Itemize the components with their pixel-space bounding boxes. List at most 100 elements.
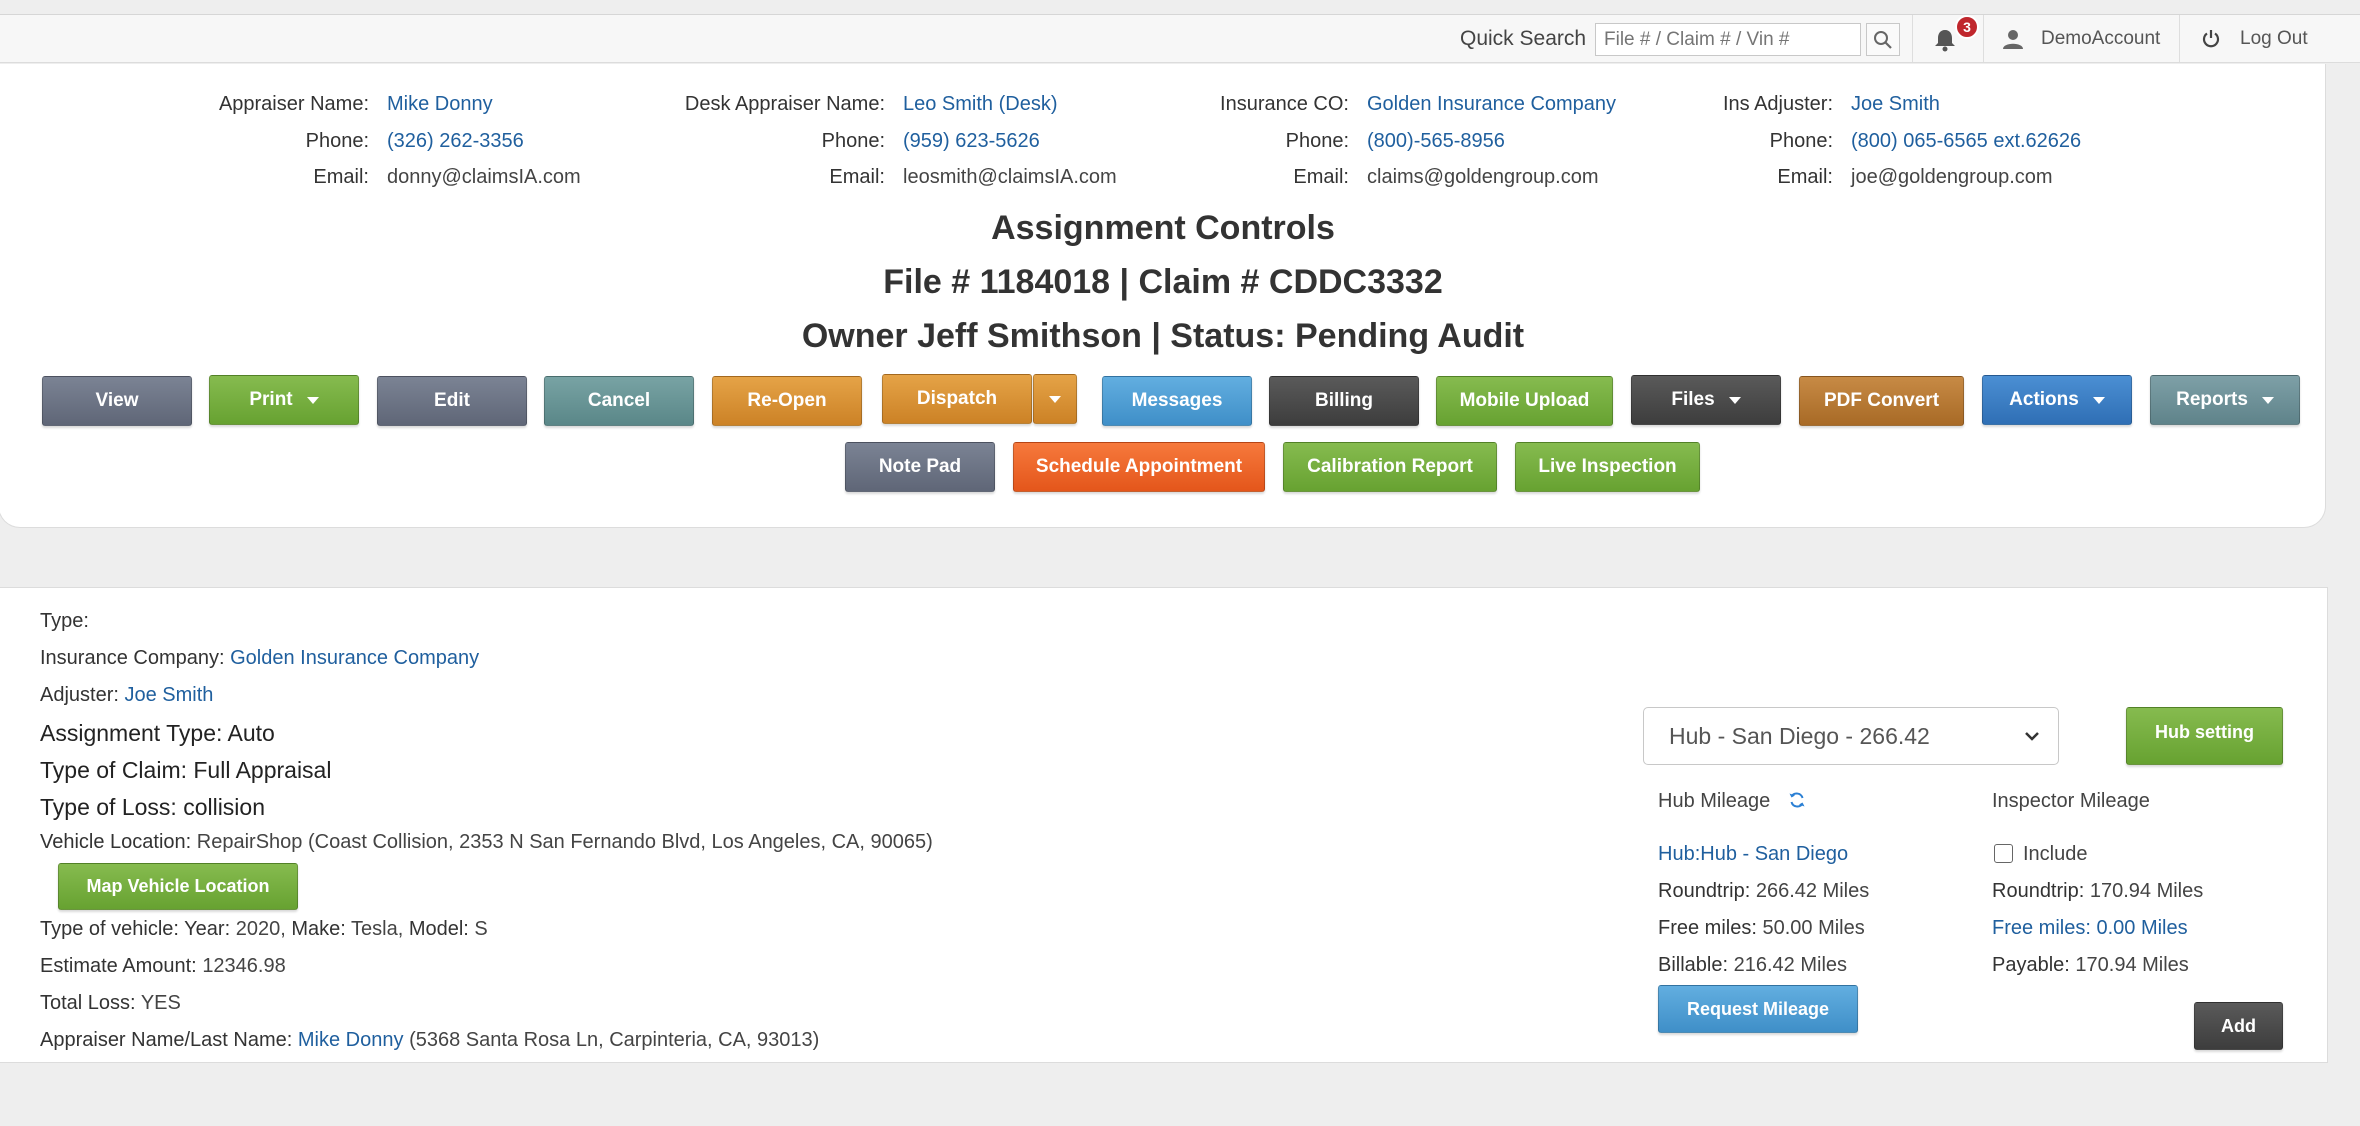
adjuster-phone-link[interactable]: (800) 065-6565 ext.62626 <box>1851 123 2081 160</box>
vehicle-make: Tesla <box>351 918 398 940</box>
assignment-type: Assignment Type: Auto <box>40 720 275 746</box>
desk-appraiser-contact: Desk Appraiser Name: Leo Smith (Desk) Pho… <box>559 86 1117 196</box>
reopen-button[interactable]: Re-Open <box>712 376 862 426</box>
files-button[interactable]: Files <box>1631 375 1781 425</box>
user-icon <box>2003 30 2023 49</box>
hub-roundtrip-line: Roundtrip: 266.42 Miles <box>1658 880 1869 903</box>
estimate-line: Estimate Amount: 12346.98 <box>40 955 286 978</box>
appraiser-name-link[interactable]: Mike Donny <box>298 1029 404 1051</box>
caret-down-icon <box>1049 395 1061 403</box>
file-claim-number: File # 1184018 | Claim # CDDC3332 <box>883 263 1443 301</box>
desk-appraiser-phone-label: Phone: <box>821 129 885 152</box>
total-loss-line: Total Loss: YES <box>40 992 181 1015</box>
insurance-name-label: Insurance CO: <box>1220 93 1349 115</box>
billing-button[interactable]: Billing <box>1269 376 1419 426</box>
calibration-report-button[interactable]: Calibration Report <box>1283 442 1497 492</box>
insurance-email-label: Email: <box>1293 166 1349 188</box>
caret-down-icon <box>2092 396 2105 404</box>
actions-button-label: Actions <box>2009 389 2079 410</box>
dispatch-dropdown-toggle[interactable] <box>1033 374 1077 424</box>
desk-appraiser-name-link[interactable]: Leo Smith (Desk) <box>903 86 1058 123</box>
include-checkbox[interactable] <box>1994 844 2013 863</box>
comma: , <box>397 918 409 940</box>
mobile-upload-button[interactable]: Mobile Upload <box>1436 376 1613 426</box>
owner-status: Owner Jeff Smithson | Status: Pending Au… <box>801 317 1525 355</box>
insurance-name-link[interactable]: Golden Insurance Company <box>1367 86 1616 123</box>
map-vehicle-location-button[interactable]: Map Vehicle Location <box>58 863 298 910</box>
quick-search-label: Quick Search <box>1460 27 1587 50</box>
quick-search-input[interactable] <box>1595 23 1861 56</box>
adjuster-name-label: Ins Adjuster: <box>1722 93 1833 115</box>
bell-icon[interactable] <box>1932 27 1958 53</box>
assignment-controls-title: Assignment Controls <box>991 209 1335 247</box>
cancel-button[interactable]: Cancel <box>544 376 694 426</box>
insp-free-miles-link[interactable]: Free miles: 0.00 Miles <box>1992 917 2188 940</box>
caret-down-icon <box>306 396 319 404</box>
desk-appraiser-email: leosmith@claimsIA.com <box>903 166 1117 188</box>
dispatch-button[interactable]: Dispatch <box>882 374 1032 424</box>
hub-roundtrip: 266.42 Miles <box>1755 880 1870 902</box>
hub-free-miles: 50.00 Miles <box>1762 917 1865 939</box>
add-button[interactable]: Add <box>2194 1002 2283 1050</box>
include-checkbox-row[interactable]: Include <box>1994 843 2088 866</box>
adjuster-contact: Ins Adjuster: Joe Smith Phone: (800) 065-6… <box>1599 86 2081 196</box>
appraiser-phone-label: Phone: <box>305 129 369 152</box>
appraiser-address: (5368 Santa Rosa Ln, Carpinteria, CA, 93… <box>409 1029 820 1051</box>
edit-button[interactable]: Edit <box>377 376 527 426</box>
vehicle-type-line: Type of vehicle: Year: 2020, Make: Tesla… <box>40 918 488 941</box>
adjuster-line: Adjuster: Joe Smith <box>40 684 213 707</box>
hub-select[interactable]: Hub - San Diego - 266.42 <box>1643 707 2059 765</box>
hub-name-link[interactable]: Hub:Hub - San Diego <box>1658 843 1848 866</box>
pdf-convert-button[interactable]: PDF Convert <box>1799 376 1964 426</box>
notification-badge: 3 <box>1955 15 1979 39</box>
search-button[interactable] <box>1866 23 1900 56</box>
divider <box>2179 15 2180 62</box>
total-loss-label: Total Loss: <box>40 992 136 1014</box>
insurance-phone-link[interactable]: (800)-565-8956 <box>1367 123 1505 160</box>
desk-appraiser-name-label: Desk Appraiser Name: <box>684 93 885 115</box>
hub-setting-button[interactable]: Hub setting <box>2126 707 2283 765</box>
insurance-phone-label: Phone: <box>1285 129 1349 152</box>
note-pad-button[interactable]: Note Pad <box>845 442 995 492</box>
adjuster-link[interactable]: Joe Smith <box>125 684 214 706</box>
appraiser-name-label: Appraiser Name: <box>218 93 369 115</box>
desk-appraiser-phone-link[interactable]: (959) 623-5626 <box>903 123 1040 160</box>
request-mileage-button[interactable]: Request Mileage <box>1658 985 1858 1033</box>
insp-payable: 170.94 Miles <box>2075 954 2189 976</box>
reports-button[interactable]: Reports <box>2150 375 2300 425</box>
logout-link[interactable]: Log Out <box>2240 28 2308 50</box>
hub-mileage-label: Hub Mileage <box>1658 790 1771 812</box>
schedule-appointment-button[interactable]: Schedule Appointment <box>1013 442 1265 492</box>
caret-down-icon <box>2261 396 2274 404</box>
appraiser-name-label: Appraiser Name/Last Name: <box>40 1029 293 1051</box>
messages-button[interactable]: Messages <box>1102 376 1252 426</box>
print-button[interactable]: Print <box>209 375 359 425</box>
insurance-company-label: Insurance Company: <box>40 647 225 669</box>
appraiser-email-label: Email: <box>313 166 369 188</box>
vehicle-model: S <box>474 918 488 940</box>
adjuster-name-link[interactable]: Joe Smith <box>1851 86 1940 123</box>
caret-down-icon <box>1728 396 1741 404</box>
print-button-label: Print <box>249 389 293 410</box>
type-label: Type: <box>40 610 89 632</box>
live-inspection-button[interactable]: Live Inspection <box>1515 442 1700 492</box>
refresh-icon[interactable] <box>1788 791 1806 809</box>
insurance-company-link[interactable]: Golden Insurance Company <box>230 647 479 669</box>
hub-select-value: Hub - San Diego - 266.42 <box>1669 722 1930 749</box>
adjuster-email-label: Email: <box>1777 166 1833 188</box>
estimate-amount: 12346.98 <box>202 955 286 977</box>
appraiser-name-link[interactable]: Mike Donny <box>387 86 493 123</box>
appraiser-phone-link[interactable]: (326) 262-3356 <box>387 123 524 160</box>
power-icon <box>2202 30 2220 48</box>
vehicle-year: 2020 <box>235 918 281 940</box>
account-link[interactable]: DemoAccount <box>2041 28 2160 50</box>
insurance-contact: Insurance CO: Golden Insurance Company Ph… <box>1099 86 1616 196</box>
actions-button[interactable]: Actions <box>1982 375 2132 425</box>
hub-billable-line: Billable: 216.42 Miles <box>1658 954 1847 977</box>
include-label: Include <box>2023 843 2088 865</box>
comma: , <box>280 918 292 940</box>
free-miles-label: Free miles: <box>1658 917 1757 939</box>
files-button-label: Files <box>1671 389 1715 410</box>
view-button[interactable]: View <box>42 376 192 426</box>
roundtrip-label: Roundtrip: <box>1658 880 1751 902</box>
